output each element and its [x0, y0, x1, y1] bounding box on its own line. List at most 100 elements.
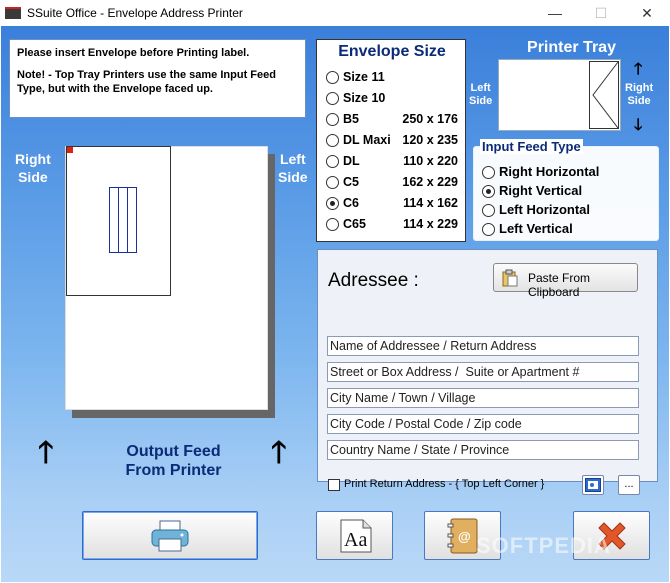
print-return-address-label: Print Return Address - { Top Left Corner… [344, 478, 545, 490]
tray-envelope-icon [589, 61, 619, 129]
corner-marker [67, 147, 73, 153]
app-icon [5, 7, 21, 19]
tray-right-text: Side [627, 95, 651, 107]
radio-button[interactable] [326, 113, 339, 126]
maximize-button[interactable]: ☐ [578, 0, 624, 26]
minimize-button[interactable]: — [532, 0, 578, 26]
radio-button-selected[interactable] [326, 197, 339, 210]
envelope-size-group: Envelope Size Size 11 Size 10 B5 250 x 1… [316, 39, 466, 242]
size-dims: 114 x 229 [403, 217, 458, 231]
size-option[interactable]: DL 110 x 220 [326, 153, 464, 171]
size-dims: 110 x 220 [403, 154, 458, 168]
print-return-address-checkbox[interactable] [328, 479, 340, 491]
svg-text:@: @ [458, 529, 471, 544]
input-feed-group: Input Feed Type Right Horizontal Right V… [473, 139, 659, 241]
label-line [127, 188, 128, 252]
size-dims: 114 x 162 [403, 196, 458, 210]
size-option[interactable]: Size 11 [326, 69, 464, 87]
tray-left-text: Side [469, 95, 493, 107]
size-name: C6 [343, 196, 359, 210]
tray-left-text: Left [470, 82, 491, 94]
radio-button[interactable] [326, 218, 339, 231]
addressee-panel: Adressee : Paste From Clipboard Print Re… [317, 249, 658, 495]
size-option[interactable]: C6 114 x 162 [326, 195, 464, 213]
feed-option[interactable]: Right Vertical [482, 183, 652, 201]
output-feed-label: Output Feed From Printer [101, 442, 246, 480]
label-preview [109, 187, 137, 253]
printer-icon [151, 520, 189, 551]
font-button[interactable]: Aa [316, 511, 393, 560]
size-option[interactable]: C65 114 x 229 [326, 216, 464, 234]
input-feed-legend: Input Feed Type [480, 139, 583, 154]
feed-option[interactable]: Right Horizontal [482, 164, 652, 182]
clipboard-icon [502, 269, 518, 287]
feed-name: Right Vertical [499, 183, 583, 198]
addressee-heading: Adressee : [328, 270, 419, 291]
left-side-text: Side [278, 169, 308, 185]
feed-name: Left Vertical [499, 221, 573, 236]
envelope-preview [66, 146, 171, 296]
watermark: SOFTPEDIA [476, 533, 611, 558]
preview-left-side-label: Left Side [278, 150, 308, 186]
radio-button[interactable] [482, 204, 495, 217]
notice-line-1: Please insert Envelope before Printing l… [17, 47, 250, 59]
feed-name: Left Horizontal [499, 202, 590, 217]
down-arrow-icon: 🡓 [634, 117, 643, 134]
right-side-text: Right [15, 151, 51, 167]
notice-line-2: Note! - Top Tray Printers use the same I… [17, 69, 276, 95]
close-button[interactable]: ✕ [624, 0, 670, 26]
street-address-input[interactable] [327, 362, 639, 382]
postal-code-input[interactable] [327, 414, 639, 434]
radio-button[interactable] [482, 223, 495, 236]
size-name: DL [343, 154, 360, 168]
city-name-input[interactable] [327, 388, 639, 408]
output-arrow-left-icon: 🡑 [38, 436, 54, 469]
radio-button[interactable] [482, 166, 495, 179]
printer-tray-heading: Printer Tray [527, 39, 616, 56]
envelope-size-heading: Envelope Size [338, 43, 446, 60]
window-title: SSuite Office - Envelope Address Printer [27, 6, 243, 20]
radio-button[interactable] [326, 176, 339, 189]
main-panel: Please insert Envelope before Printing l… [1, 26, 669, 582]
size-option[interactable]: DL Maxi 120 x 235 [326, 132, 464, 150]
size-option[interactable]: B5 250 x 176 [326, 111, 464, 129]
output-feed-text: Output Feed [126, 443, 221, 460]
feed-option[interactable]: Left Vertical [482, 221, 652, 239]
size-name: Size 10 [343, 91, 386, 105]
print-button[interactable] [82, 511, 258, 560]
size-name: C5 [343, 175, 359, 189]
output-feed-text: From Printer [125, 462, 222, 479]
size-name: C65 [343, 217, 366, 231]
label-line [118, 188, 119, 252]
radio-button-selected[interactable] [482, 185, 495, 198]
more-options-button[interactable]: ... [618, 475, 640, 495]
paste-button-label: Paste From Clipboard [528, 271, 591, 299]
size-name: B5 [343, 112, 359, 126]
left-side-text: Left [279, 151, 306, 167]
up-arrow-icon: 🡑 [634, 61, 643, 78]
radio-button[interactable] [326, 134, 339, 147]
preview-right-side-label: Right Side [15, 150, 51, 186]
return-address-settings-button[interactable] [582, 475, 604, 495]
svg-text:Aa: Aa [344, 529, 367, 551]
right-side-text: Side [18, 169, 48, 185]
tray-right-label: Right Side [625, 82, 653, 108]
feed-option[interactable]: Left Horizontal [482, 202, 652, 220]
size-dims: 250 x 176 [402, 112, 458, 126]
title-bar: SSuite Office - Envelope Address Printer… [0, 0, 670, 26]
country-input[interactable] [327, 440, 639, 460]
radio-button[interactable] [326, 92, 339, 105]
size-dims: 162 x 229 [402, 175, 458, 189]
instruction-notice: Please insert Envelope before Printing l… [9, 39, 306, 118]
feed-name: Right Horizontal [499, 164, 600, 179]
size-name: Size 11 [343, 70, 385, 84]
addressee-name-input[interactable] [327, 336, 639, 356]
paste-from-clipboard-button[interactable]: Paste From Clipboard [493, 263, 638, 299]
radio-button[interactable] [326, 155, 339, 168]
printer-tray-preview [498, 59, 621, 131]
size-name: DL Maxi [343, 133, 391, 147]
size-dims: 120 x 235 [402, 133, 458, 147]
radio-button[interactable] [326, 71, 339, 84]
size-option[interactable]: C5 162 x 229 [326, 174, 464, 192]
size-option[interactable]: Size 10 [326, 90, 464, 108]
